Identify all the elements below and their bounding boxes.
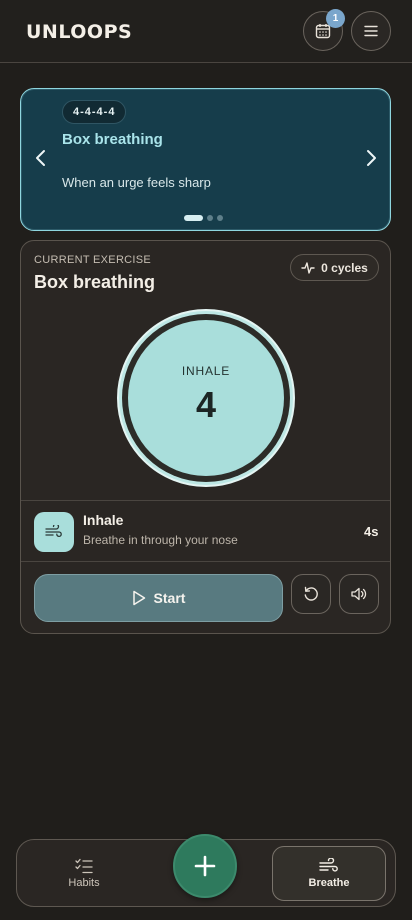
- phase-countdown: 4: [195, 384, 217, 425]
- exercise-carousel[interactable]: 4-4-4-4 Box breathing When an urge feels…: [20, 88, 391, 231]
- notification-badge: 1: [326, 9, 345, 28]
- step-duration: 4s: [364, 524, 379, 539]
- carousel-title: Box breathing: [62, 131, 163, 148]
- step-title: Inhale: [83, 512, 124, 528]
- cycles-count: 0 cycles: [321, 260, 368, 275]
- chevron-right-icon[interactable]: [364, 149, 378, 167]
- cycles-badge: 0 cycles: [290, 254, 379, 281]
- nav-breathe-label: Breathe: [308, 877, 350, 889]
- menu-icon: [364, 25, 378, 37]
- play-icon: [132, 590, 145, 606]
- volume-icon: [351, 587, 367, 601]
- sound-button[interactable]: [339, 574, 379, 614]
- nav-habits[interactable]: Habits: [27, 846, 141, 901]
- reset-icon: [304, 586, 318, 601]
- reset-button[interactable]: [291, 574, 331, 614]
- nav-habits-label: Habits: [68, 877, 100, 889]
- breathing-circle: INHALE 4: [117, 309, 295, 487]
- carousel-dot[interactable]: [184, 215, 203, 221]
- divider: [21, 500, 390, 501]
- carousel-subtitle: When an urge feels sharp: [62, 175, 211, 190]
- pattern-chip: 4-4-4-4: [62, 100, 127, 124]
- start-label: Start: [153, 590, 186, 606]
- plus-icon: [194, 855, 216, 877]
- carousel-dot[interactable]: [207, 215, 213, 221]
- current-exercise-label: CURRENT EXERCISE: [34, 254, 152, 266]
- nav-breathe[interactable]: Breathe: [272, 846, 386, 901]
- chevron-left-icon[interactable]: [34, 149, 48, 167]
- wind-icon: [34, 512, 74, 552]
- carousel-dots: [184, 215, 223, 221]
- app-logo: UNLOOPS: [26, 21, 133, 43]
- exercise-card: CURRENT EXERCISE Box breathing 0 cycles …: [20, 240, 391, 634]
- divider: [21, 561, 390, 562]
- app-header: UNLOOPS 1: [0, 0, 412, 63]
- add-button[interactable]: [173, 834, 237, 898]
- start-button[interactable]: Start: [34, 574, 283, 622]
- wind-icon: [319, 858, 338, 872]
- menu-button[interactable]: [351, 11, 391, 51]
- checklist-icon: [75, 858, 93, 874]
- step-description: Breathe in through your nose: [83, 533, 238, 547]
- exercise-title: Box breathing: [34, 272, 156, 292]
- phase-label: INHALE: [181, 364, 231, 378]
- carousel-dot[interactable]: [217, 215, 223, 221]
- pulse-icon: [301, 261, 315, 274]
